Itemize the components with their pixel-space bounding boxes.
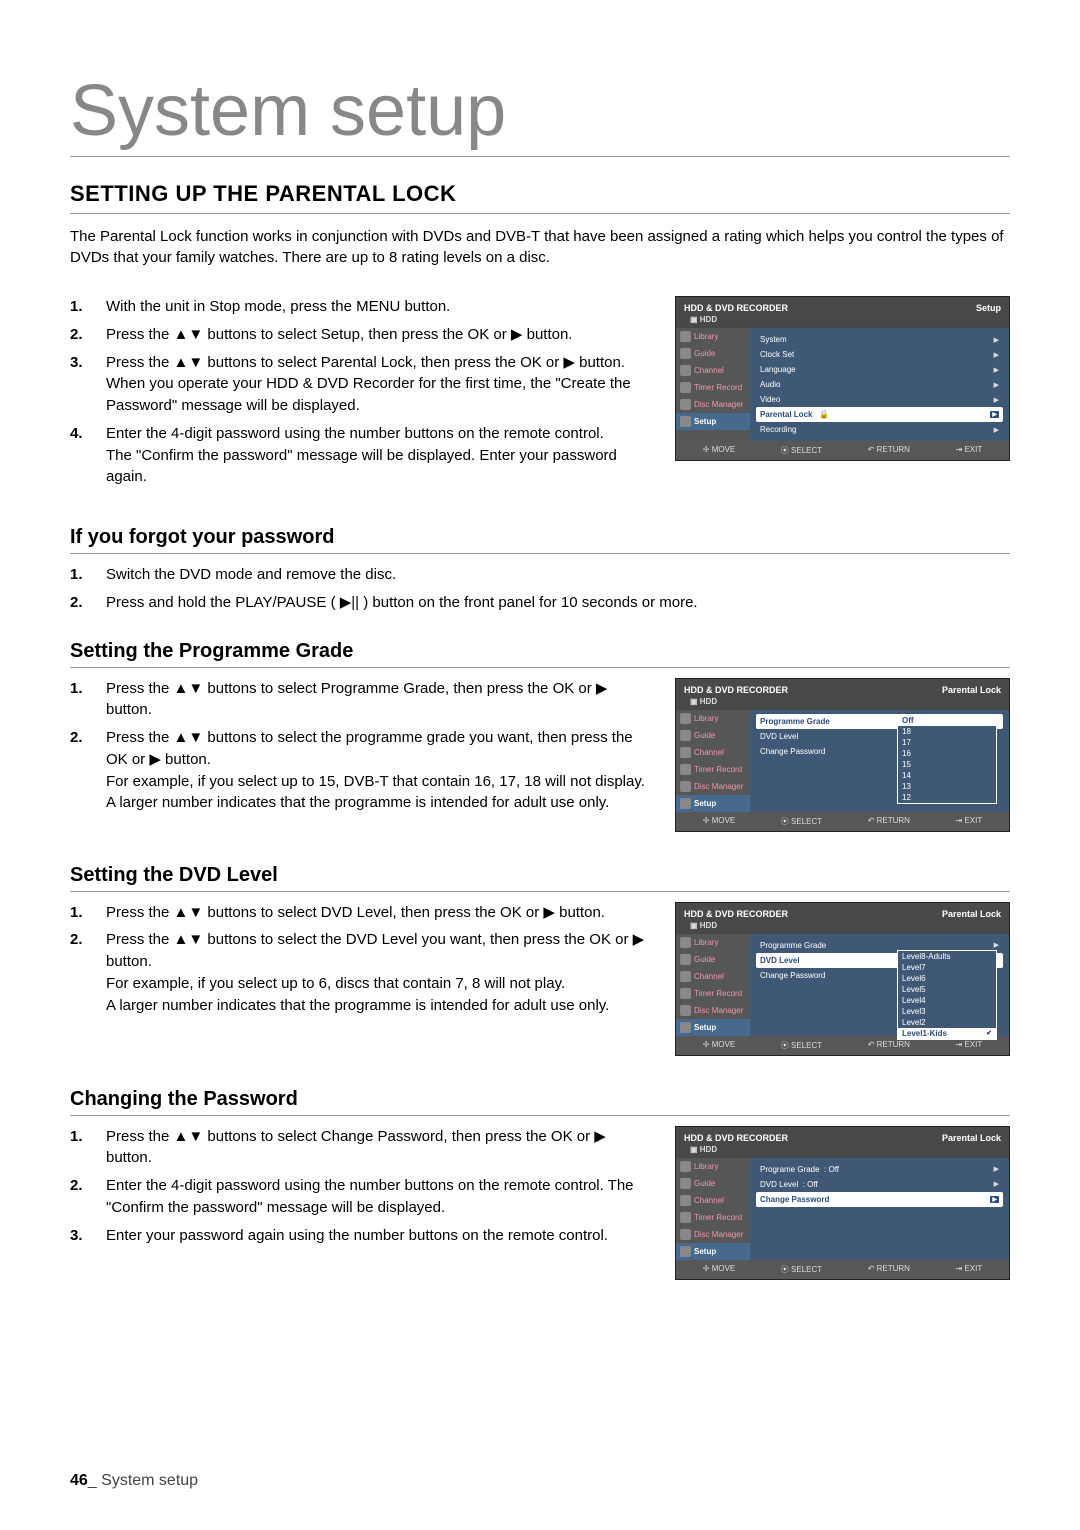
steps-change-password: 1.Press the ▲▼ buttons to select Change … <box>70 1126 655 1247</box>
page-footer: 46_ System setup <box>70 1472 198 1490</box>
steps-pgrade: 1.Press the ▲▼ buttons to select Program… <box>70 678 655 815</box>
programme-grade-options: Off 18 17 16 15 14 13 12 <box>897 714 997 804</box>
heading-dvd-level: Setting the DVD Level <box>70 864 1010 892</box>
osd-setup-menu: HDD & DVD RECORDERSetup ▣ HDD Library Gu… <box>675 296 1010 461</box>
steps-parental-lock: 1.With the unit in Stop mode, press the … <box>70 296 655 488</box>
osd-sidebar: Library Guide Channel Timer Record Disc … <box>676 328 750 441</box>
steps-forgot: 1.Switch the DVD mode and remove the dis… <box>70 564 1010 614</box>
heading-forgot-password: If you forgot your password <box>70 526 1010 554</box>
section-heading-parental-lock: SETTING UP THE PARENTAL LOCK <box>70 181 1010 214</box>
osd-change-password: HDD & DVD RECORDERParental Lock ▣ HDD Li… <box>675 1126 1010 1280</box>
osd-dvd-level: HDD & DVD RECORDERParental Lock ▣ HDD Li… <box>675 902 1010 1056</box>
heading-change-password: Changing the Password <box>70 1088 1010 1116</box>
dvd-level-options: Level8-Adults Level7 Level6 Level5 Level… <box>897 950 997 1040</box>
lock-icon: 🔒 <box>819 410 829 419</box>
heading-programme-grade: Setting the Programme Grade <box>70 640 1010 668</box>
section-intro: The Parental Lock function works in conj… <box>70 226 1010 268</box>
page-title: System setup <box>70 70 1010 157</box>
osd-programme-grade: HDD & DVD RECORDERParental Lock ▣ HDD Li… <box>675 678 1010 832</box>
steps-dvd-level: 1.Press the ▲▼ buttons to select DVD Lev… <box>70 902 655 1017</box>
